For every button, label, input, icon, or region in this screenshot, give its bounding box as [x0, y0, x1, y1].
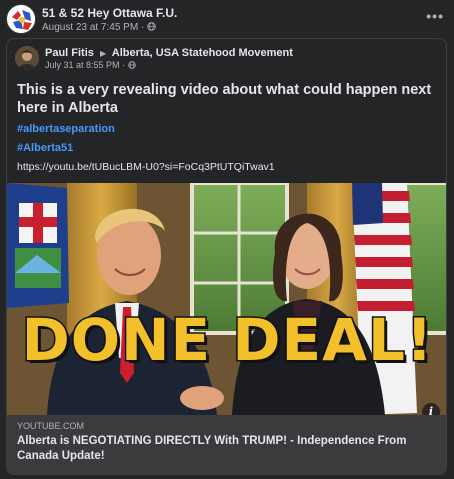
ellipsis-icon: ••• — [426, 8, 444, 24]
page-name[interactable]: 51 & 52 Hey Ottawa F.U. — [42, 6, 177, 20]
link-title[interactable]: Alberta is NEGOTIATING DIRECTLY With TRU… — [17, 434, 442, 464]
info-icon[interactable]: i — [422, 403, 440, 415]
group-name[interactable]: Alberta, USA Statehood Movement — [112, 47, 293, 59]
arrow-right-icon: ▶ — [99, 49, 107, 58]
link-preview[interactable]: YOUTUBE.COM Alberta is NEGOTIATING DIREC… — [7, 415, 446, 474]
post-meta: August 23 at 7:45 PM · — [42, 22, 156, 33]
video-thumbnail[interactable]: DONE DEAL! i — [7, 183, 446, 415]
author-photo-icon — [15, 46, 39, 70]
facebook-post: 51 & 52 Hey Ottawa F.U. August 23 at 7:4… — [0, 0, 454, 479]
shared-post-header: Paul Fitis ▶ Alberta, USA Statehood Move… — [15, 46, 435, 72]
page-logo-icon — [8, 6, 35, 33]
meta-separator: · — [122, 60, 126, 70]
more-options-button[interactable]: ••• — [426, 8, 444, 24]
thumbnail-overlay-text: DONE DEAL! — [20, 306, 434, 375]
post-header: 51 & 52 Hey Ottawa F.U. August 23 at 7:4… — [6, 4, 446, 34]
post-timestamp[interactable]: August 23 at 7:45 PM — [42, 22, 138, 33]
author-name[interactable]: Paul Fitis — [45, 47, 94, 59]
link-domain: YOUTUBE.COM — [17, 421, 85, 431]
post-text: This is a very revealing video about wha… — [17, 82, 432, 116]
globe-icon — [127, 61, 136, 69]
video-url-link[interactable]: https://youtu.be/tUBucLBM-U0?si=FoCq3PtU… — [17, 161, 275, 173]
thumbnail-image — [7, 183, 446, 415]
hashtag-link[interactable]: #albertaseparation — [17, 123, 115, 135]
shared-post-meta: July 31 at 8:55 PM · — [45, 60, 136, 70]
page-avatar[interactable] — [6, 4, 36, 34]
globe-icon — [147, 22, 156, 31]
shared-post: Paul Fitis ▶ Alberta, USA Statehood Move… — [6, 38, 447, 475]
author-avatar[interactable] — [15, 46, 39, 70]
shared-post-timestamp[interactable]: July 31 at 8:55 PM — [45, 60, 120, 70]
hashtag-link[interactable]: #Alberta51 — [17, 142, 73, 154]
meta-separator: · — [140, 22, 145, 33]
author-line: Paul Fitis ▶ Alberta, USA Statehood Move… — [45, 47, 293, 59]
